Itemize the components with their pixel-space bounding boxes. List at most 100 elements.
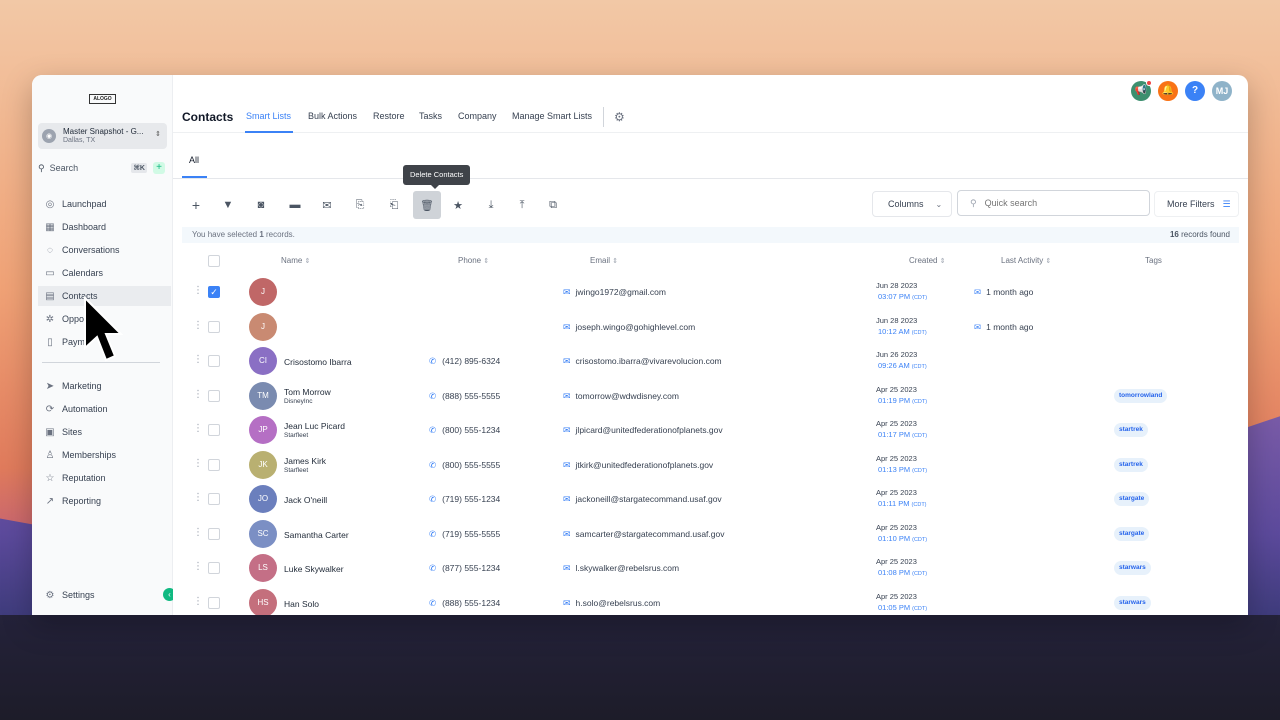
sidebar-search[interactable]: ⚲ Search ⌘K +	[38, 159, 167, 177]
contact-name[interactable]: James Kirk	[284, 456, 326, 466]
column-email[interactable]: Email ⇕	[590, 256, 618, 265]
row-checkbox[interactable]	[208, 355, 220, 367]
row-checkbox[interactable]	[208, 562, 220, 574]
row-menu-icon[interactable]: ⋮	[193, 458, 203, 469]
sidebar-item-reporting[interactable]: ↗ Reporting	[38, 491, 171, 511]
table-row[interactable]: ⋮ CI Crisostomo Ibarra ✆ (412) 895-6324 ✉ cris…	[173, 344, 1248, 378]
avatar[interactable]: HS	[249, 588, 277, 615]
sidebar-item-reputation[interactable]: ☆ Reputation	[38, 468, 171, 488]
contact-name[interactable]: Han Solo	[284, 599, 319, 609]
table-row[interactable]: ⋮ TM Tom Morrow DisneyInc ✆ (888) 555-5555 ✉ to…	[173, 379, 1248, 413]
contact-name[interactable]: Luke Skywalker	[284, 564, 344, 574]
contact-email[interactable]: ✉ jlpicard@unitedfederationofplanets.gov	[563, 425, 723, 436]
favorite-button[interactable]: ★	[444, 191, 472, 219]
automation-button[interactable]: ◙	[247, 191, 275, 219]
row-checkbox[interactable]	[208, 424, 220, 436]
quick-add-icon[interactable]: +	[153, 162, 165, 174]
tab-tasks[interactable]: Tasks	[419, 111, 442, 121]
gear-icon[interactable]: ⚙	[614, 110, 625, 124]
row-checkbox[interactable]	[208, 389, 220, 402]
table-row[interactable]: ⋮ JP Jean Luc Picard Starfleet ✆ (800) 555-12…	[173, 413, 1248, 447]
sidebar-item-marketing[interactable]: ➤ Marketing	[38, 376, 171, 396]
avatar[interactable]: TM	[249, 381, 277, 410]
column-name[interactable]: Name ⇕	[281, 256, 310, 265]
remove-tag-button[interactable]: ⎗	[380, 191, 408, 219]
contact-email[interactable]: ✉ joseph.wingo@gohighlevel.com	[563, 322, 695, 333]
sidebar-item-conversations[interactable]: ◌ Conversations	[38, 240, 171, 260]
contact-name[interactable]: Jean Luc Picard	[284, 421, 345, 431]
tab-bulk-actions[interactable]: Bulk Actions	[308, 111, 357, 121]
avatar[interactable]: MJ	[1212, 81, 1232, 101]
sms-button[interactable]: ▬	[281, 191, 309, 219]
row-checkbox[interactable]: ✓	[208, 286, 220, 298]
add-contact-button[interactable]: +	[182, 191, 210, 219]
row-menu-icon[interactable]: ⋮	[193, 423, 203, 434]
contact-phone[interactable]: ✆ (888) 555-5555	[429, 391, 500, 402]
tag-badge[interactable]: starwars	[1114, 595, 1151, 610]
contact-email[interactable]: ✉ jackoneill@stargatecommand.usaf.gov	[563, 494, 722, 505]
filter-button[interactable]: ▼	[214, 191, 242, 219]
contact-phone[interactable]: ✆ (719) 555-1234	[429, 494, 500, 505]
contact-email[interactable]: ✉ crisostomo.ibarra@vivarevolucion.com	[563, 356, 722, 367]
table-row[interactable]: ⋮ SC Samantha Carter ✆ (719) 555-5555 ✉ samcar…	[173, 517, 1248, 551]
export-button[interactable]: ⤒	[508, 191, 536, 219]
tab-company[interactable]: Company	[458, 111, 497, 121]
contact-email[interactable]: ✉ samcarter@stargatecommand.usaf.gov	[563, 529, 725, 540]
contact-email[interactable]: ✉ tomorrow@wdwdisney.com	[563, 391, 679, 402]
tag-badge[interactable]: startrek	[1114, 457, 1148, 472]
sidebar-item-launchpad[interactable]: ◎ Launchpad	[38, 194, 171, 214]
contact-phone[interactable]: ✆ (888) 555-1234	[429, 598, 500, 609]
column-last-activity[interactable]: Last Activity ⇕	[1001, 256, 1051, 265]
more-filters-button[interactable]: More Filters ☰	[1154, 191, 1239, 217]
row-menu-icon[interactable]: ⋮	[193, 389, 203, 400]
columns-dropdown[interactable]: Columns ⌄	[872, 191, 952, 217]
tag-badge[interactable]: tomorrowland	[1114, 388, 1168, 403]
avatar[interactable]: JO	[249, 485, 277, 513]
avatar[interactable]: LS	[249, 554, 277, 582]
tab-manage-smart-lists[interactable]: Manage Smart Lists	[512, 111, 592, 121]
avatar[interactable]: JP	[249, 416, 277, 444]
row-menu-icon[interactable]: ⋮	[193, 561, 203, 572]
column-created[interactable]: Created ⇕	[909, 256, 946, 265]
avatar[interactable]: J	[249, 278, 277, 306]
table-row[interactable]: ⋮ JO Jack O'neill ✆ (719) 555-1234 ✉ jackoneil…	[173, 482, 1248, 516]
contact-name[interactable]: Crisostomo Ibarra	[284, 357, 352, 367]
email-button[interactable]: ✉	[313, 191, 341, 219]
megaphone-icon[interactable]: 📢	[1131, 80, 1152, 101]
row-menu-icon[interactable]: ⋮	[193, 596, 203, 607]
contact-phone[interactable]: ✆ (412) 895-6324	[429, 356, 500, 367]
column-phone[interactable]: Phone ⇕	[458, 256, 489, 265]
table-row[interactable]: ⋮ LS Luke Skywalker ✆ (877) 555-1234 ✉ l.skywa…	[173, 551, 1248, 585]
contact-email[interactable]: ✉ jwingo1972@gmail.com	[563, 287, 666, 298]
search-input[interactable]	[984, 198, 1135, 208]
row-menu-icon[interactable]: ⋮	[193, 492, 203, 503]
tag-badge[interactable]: stargate	[1114, 526, 1150, 541]
row-menu-icon[interactable]: ⋮	[193, 527, 203, 538]
table-row[interactable]: ⋮ HS Han Solo ✆ (888) 555-1234 ✉ h.solo@rebels…	[173, 586, 1248, 615]
tab-all[interactable]: All	[189, 155, 199, 165]
quick-search[interactable]: ⚲	[957, 190, 1150, 216]
row-menu-icon[interactable]: ⋮	[193, 285, 203, 296]
help-icon[interactable]: ?	[1185, 81, 1205, 101]
table-row[interactable]: ⋮ J ✉ joseph.wingo@gohighlevel.com Jun 28 20…	[173, 310, 1248, 344]
contact-phone[interactable]: ✆ (719) 555-5555	[429, 529, 500, 540]
contact-email[interactable]: ✉ h.solo@rebelsrus.com	[563, 598, 660, 609]
avatar[interactable]: CI	[249, 347, 277, 375]
sidebar-item-settings[interactable]: ⚙ Settings	[38, 585, 171, 605]
avatar[interactable]: SC	[249, 519, 277, 548]
select-all-checkbox[interactable]	[208, 255, 220, 267]
tag-badge[interactable]: starwars	[1114, 561, 1151, 575]
contact-phone[interactable]: ✆ (800) 555-5555	[429, 460, 500, 471]
contact-name[interactable]: Samantha Carter	[284, 530, 349, 540]
avatar[interactable]: J	[249, 312, 277, 341]
row-checkbox[interactable]	[208, 493, 220, 505]
row-checkbox[interactable]	[208, 458, 220, 471]
sidebar-item-dashboard[interactable]: ▦ Dashboard	[38, 217, 171, 237]
contact-email[interactable]: ✉ jtkirk@unitedfederationofplanets.gov	[563, 460, 713, 471]
row-menu-icon[interactable]: ⋮	[193, 320, 203, 331]
tab-restore[interactable]: Restore	[373, 111, 405, 121]
account-switcher[interactable]: ◉ Master Snapshot - G... Dallas, TX ⇕	[38, 123, 167, 149]
tag-badge[interactable]: startrek	[1114, 423, 1148, 437]
table-row[interactable]: ⋮ JK James Kirk Starfleet ✆ (800) 555-5555 ✉ jt…	[173, 448, 1248, 482]
sidebar-item-calendars[interactable]: ▭ Calendars	[38, 263, 171, 283]
